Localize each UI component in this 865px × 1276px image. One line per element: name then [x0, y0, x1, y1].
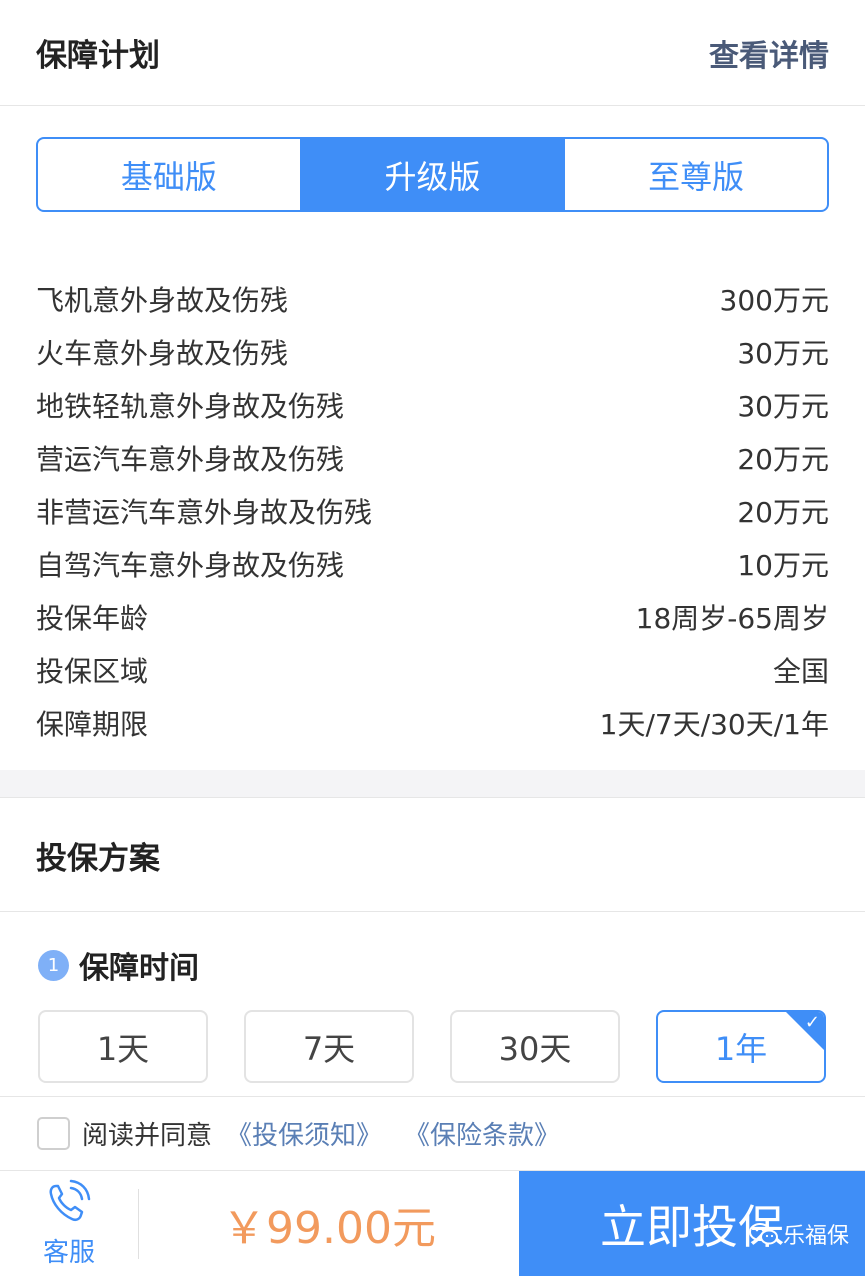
coverage-label: 投保区域 [36, 654, 149, 688]
coverage-label: 火车意外身故及伤残 [36, 336, 289, 370]
coverage-label: 保障期限 [36, 707, 149, 741]
check-icon: ✓ [804, 1012, 820, 1033]
insurance-notice-link[interactable]: 《投保须知》 [226, 1115, 382, 1152]
duration-option-7-days[interactable]: 7天 [244, 1010, 414, 1083]
price-display: ￥99.00元 [222, 1202, 436, 1254]
coverage-row: 地铁轻轨意外身故及伤残 30万元 [36, 378, 829, 431]
tab-upgrade[interactable]: 升级版 [299, 139, 564, 210]
coverage-row: 非营运汽车意外身故及伤残 20万元 [36, 484, 829, 537]
coverage-row: 自驾汽车意外身故及伤残 10万元 [36, 537, 829, 590]
coverage-list: 飞机意外身故及伤残 300万元 火车意外身故及伤残 30万元 地铁轻轨意外身故及… [0, 272, 865, 749]
watermark: 乐福保 [748, 1218, 849, 1250]
agreement-row: 阅读并同意 《投保须知》 《保险条款》 [0, 1096, 865, 1170]
duration-option-1-year[interactable]: 1年 ✓ [656, 1010, 826, 1083]
watermark-text: 乐福保 [782, 1224, 849, 1249]
scheme-title: 投保方案 [36, 840, 160, 877]
duration-label: 30天 [498, 1029, 572, 1068]
section-separator [0, 770, 865, 798]
bottom-bar: 客服 ￥99.00元 立即投保 乐福保 [0, 1170, 865, 1276]
coverage-row: 投保区域 全国 [36, 643, 829, 696]
duration-label: 1天 [96, 1029, 150, 1068]
duration-label: 7天 [302, 1029, 356, 1068]
coverage-row: 保障期限 1天/7天/30天/1年 [36, 696, 829, 749]
coverage-value: 30万元 [737, 336, 829, 370]
coverage-label: 地铁轻轨意外身故及伤残 [36, 389, 345, 423]
step-number-badge: 1 [38, 949, 69, 981]
coverage-value: 300万元 [719, 283, 829, 317]
step-coverage-time: 1 保障时间 [0, 945, 865, 986]
scheme-section: 投保方案 1 保障时间 1天 7天 30天 1年 ✓ [0, 799, 865, 1083]
duration-label: 1年 [714, 1029, 768, 1068]
coverage-value: 20万元 [737, 442, 829, 476]
insurance-terms-link[interactable]: 《保险条款》 [404, 1115, 560, 1152]
tab-premium[interactable]: 至尊版 [563, 139, 827, 210]
wechat-icon [748, 1223, 779, 1245]
coverage-value: 1天/7天/30天/1年 [599, 707, 829, 741]
step-label: 保障时间 [79, 951, 199, 986]
coverage-row: 火车意外身故及伤残 30万元 [36, 325, 829, 378]
duration-option-30-days[interactable]: 30天 [450, 1010, 620, 1083]
plan-title: 保障计划 [36, 38, 160, 74]
coverage-value: 10万元 [737, 548, 829, 582]
coverage-label: 飞机意外身故及伤残 [36, 283, 289, 317]
agree-checkbox[interactable] [37, 1117, 70, 1150]
scheme-header: 投保方案 [0, 799, 865, 912]
phone-icon [44, 1178, 94, 1230]
customer-service-button[interactable]: 客服 [0, 1171, 138, 1276]
duration-options: 1天 7天 30天 1年 ✓ [0, 1010, 865, 1083]
coverage-row: 飞机意外身故及伤残 300万元 [36, 272, 829, 325]
plan-tabs: 基础版 升级版 至尊版 [36, 137, 829, 212]
coverage-value: 20万元 [737, 495, 829, 529]
coverage-label: 投保年龄 [36, 601, 149, 635]
plan-header: 保障计划 查看详情 [0, 0, 865, 106]
coverage-label: 自驾汽车意外身故及伤残 [36, 548, 345, 582]
coverage-value: 18周岁-65周岁 [635, 601, 829, 635]
customer-service-label: 客服 [42, 1238, 95, 1268]
coverage-value: 全国 [772, 654, 829, 688]
duration-option-1-day[interactable]: 1天 [38, 1010, 208, 1083]
coverage-row: 营运汽车意外身故及伤残 20万元 [36, 431, 829, 484]
coverage-row: 投保年龄 18周岁-65周岁 [36, 590, 829, 643]
buy-now-button[interactable]: 立即投保 乐福保 [519, 1171, 865, 1276]
tab-basic[interactable]: 基础版 [38, 139, 300, 210]
view-details-link[interactable]: 查看详情 [709, 31, 829, 75]
coverage-label: 营运汽车意外身故及伤残 [36, 442, 345, 476]
coverage-label: 非营运汽车意外身故及伤残 [36, 495, 373, 529]
agree-text: 阅读并同意 [82, 1121, 213, 1151]
coverage-value: 30万元 [737, 389, 829, 423]
